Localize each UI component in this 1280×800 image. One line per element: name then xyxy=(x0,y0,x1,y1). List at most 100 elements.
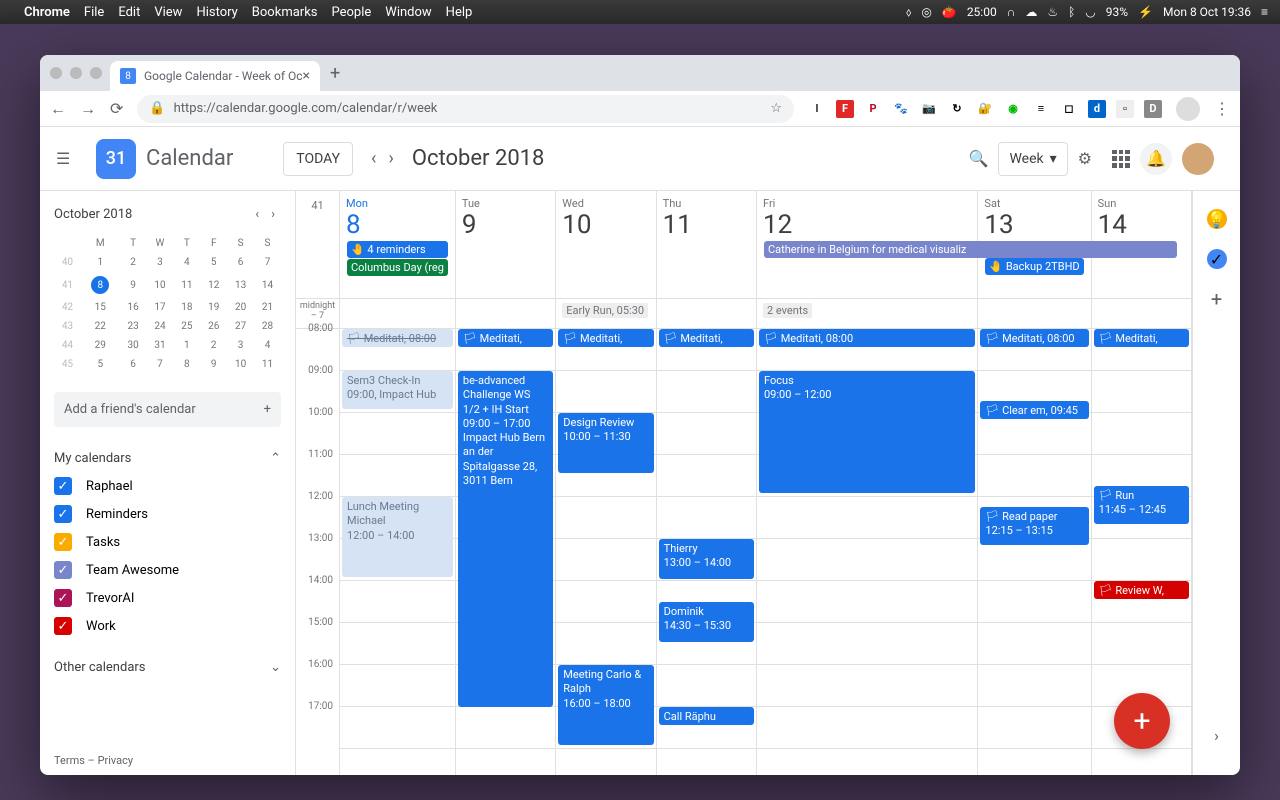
ext-flipboard-icon[interactable]: F xyxy=(836,100,854,118)
cloud-icon[interactable]: ☁ xyxy=(1025,5,1037,19)
minical-day[interactable]: 9 xyxy=(120,272,147,298)
minical-day[interactable]: 6 xyxy=(227,253,254,272)
day-header[interactable]: Fri 12 Catherine in Belgium for medical … xyxy=(757,191,977,299)
minical-day[interactable]: 23 xyxy=(120,317,147,336)
event-slot[interactable]: 🏳 Meditati, 08:00🏳 Run11:45 – 12:45🏳 Rev… xyxy=(1092,329,1191,749)
minical-day[interactable]: 20 xyxy=(227,298,254,317)
minical-day[interactable]: 6 xyxy=(120,355,147,374)
event[interactable]: 🏳 Meditati, 08:00 xyxy=(558,329,653,347)
today-button[interactable]: TODAY xyxy=(283,142,353,176)
spill-event[interactable]: 2 events xyxy=(763,303,812,318)
close-window-button[interactable] xyxy=(50,67,62,79)
event[interactable]: Sem3 Check-In09:00, Impact Hub xyxy=(342,371,453,409)
reload-button[interactable]: ⟳ xyxy=(110,99,123,118)
spill-event[interactable]: Early Run, 05:30 xyxy=(562,303,648,318)
event-slot[interactable]: 🏳 Meditati, 08:00Thierry13:00 – 14:00Dom… xyxy=(657,329,756,749)
minical-day[interactable]: 8 xyxy=(81,272,120,298)
allday-event[interactable]: 🤚 Backup 2TBHD xyxy=(985,258,1083,275)
clock[interactable]: Mon 8 Oct 19:36 xyxy=(1163,5,1251,19)
profile-avatar[interactable] xyxy=(1176,97,1200,121)
apps-grid-icon[interactable] xyxy=(1112,150,1130,168)
calendar-item[interactable]: ✓Work xyxy=(54,612,281,640)
day-header[interactable]: Thu 11 xyxy=(657,191,756,299)
app-name[interactable]: Chrome xyxy=(24,5,70,20)
minical-day[interactable]: 10 xyxy=(227,355,254,374)
event[interactable]: 🏳 Meditati, 08:00 xyxy=(759,329,975,347)
event[interactable]: 🏳 Review W, 14:00 xyxy=(1094,581,1189,599)
minical-next[interactable]: › xyxy=(265,205,281,224)
minical-day[interactable]: 22 xyxy=(81,317,120,336)
ext-lock-icon[interactable]: 🔐 xyxy=(976,100,994,118)
calendar-item[interactable]: ✓Tasks xyxy=(54,528,281,556)
minimize-window-button[interactable] xyxy=(70,67,82,79)
minical-day[interactable]: 3 xyxy=(147,253,174,272)
menu-edit[interactable]: Edit xyxy=(118,5,140,20)
mini-calendar[interactable]: MTWTFSS401234567418910111213144215161718… xyxy=(54,234,281,374)
calendar-item[interactable]: ✓Team Awesome xyxy=(54,556,281,584)
ext-d-icon[interactable]: d xyxy=(1088,100,1106,118)
ext-circle-icon[interactable]: ◉ xyxy=(1004,100,1022,118)
minical-day[interactable]: 5 xyxy=(200,253,227,272)
prev-period-button[interactable]: ‹ xyxy=(365,142,382,175)
day-header[interactable]: Tue 9 xyxy=(456,191,555,299)
star-icon[interactable]: ☆ xyxy=(770,101,782,116)
ext-d2-icon[interactable]: D xyxy=(1144,100,1162,118)
event-slot[interactable]: 🏳 Meditati, 08:00 Design Review10:00 – 11… xyxy=(556,329,655,749)
minical-day[interactable]: 27 xyxy=(227,317,254,336)
forward-button[interactable]: → xyxy=(80,99,96,119)
dropbox-icon[interactable]: ⬨ xyxy=(906,5,911,20)
notifications-button[interactable]: 🔔 xyxy=(1140,143,1172,175)
day-header[interactable]: Mon 8 🤚 4 remindersColumbus Day (reg xyxy=(340,191,455,299)
minical-day[interactable]: 21 xyxy=(254,298,281,317)
zoom-window-button[interactable] xyxy=(90,67,102,79)
minical-day[interactable]: 11 xyxy=(254,355,281,374)
cc-icon[interactable]: ◎ xyxy=(921,5,931,19)
settings-icon[interactable]: ⚙ xyxy=(1078,149,1092,168)
event[interactable]: Dominik14:30 – 15:30 xyxy=(659,602,754,642)
event[interactable]: 🏳 Clear em, 09:45 xyxy=(980,401,1088,419)
minical-day[interactable]: 26 xyxy=(200,317,227,336)
tomato-icon[interactable]: 🍅 xyxy=(942,5,957,19)
minical-day[interactable]: 8 xyxy=(173,355,200,374)
allday-event[interactable]: Columbus Day (reg xyxy=(347,259,448,276)
event[interactable]: 🏳 Meditati, 08:00 xyxy=(342,329,453,347)
minical-day[interactable]: 31 xyxy=(147,336,174,355)
minical-day[interactable]: 25 xyxy=(173,317,200,336)
keep-icon[interactable]: 💡 xyxy=(1207,209,1227,229)
event[interactable]: 🏳 Meditati, 08:00 xyxy=(1094,329,1189,347)
event[interactable]: 🏳 Meditati, 08:00 xyxy=(458,329,553,347)
event[interactable]: 🏳 Meditati, 08:00 xyxy=(659,329,754,347)
wifi-icon[interactable]: ◡ xyxy=(1085,5,1095,19)
minical-day[interactable]: 15 xyxy=(81,298,120,317)
address-bar[interactable]: 🔒 https://calendar.google.com/calendar/r… xyxy=(137,95,794,123)
event-slot[interactable]: 🏳 Meditati, 08:00Focus09:00 – 12:00 xyxy=(757,329,977,749)
minical-day[interactable]: 4 xyxy=(254,336,281,355)
checkbox-icon[interactable]: ✓ xyxy=(54,477,72,495)
minical-day[interactable]: 3 xyxy=(227,336,254,355)
minical-day[interactable]: 18 xyxy=(173,298,200,317)
day-column[interactable]: Mon 8 🤚 4 remindersColumbus Day (reg 🏳 M… xyxy=(340,191,456,775)
minical-prev[interactable]: ‹ xyxy=(249,205,265,224)
minical-day[interactable]: 7 xyxy=(254,253,281,272)
add-friend-calendar[interactable]: Add a friend's calendar + xyxy=(54,392,281,427)
minical-day[interactable]: 30 xyxy=(120,336,147,355)
other-calendars-section[interactable]: Other calendars ⌄ xyxy=(54,654,281,681)
plus-icon[interactable]: + xyxy=(264,402,271,417)
menu-button[interactable]: ⋮ xyxy=(1214,99,1230,118)
event[interactable]: Design Review10:00 – 11:30 xyxy=(558,413,653,473)
day-column[interactable]: Sat 13 🤚 Backup 2TBHD 🏳 Meditati, 08:00🏳… xyxy=(978,191,1091,775)
bluetooth-icon[interactable]: ᛒ xyxy=(1068,5,1075,19)
event-slot[interactable]: 🏳 Meditati, 08:00 Sem3 Check-In09:00, Imp… xyxy=(340,329,455,749)
next-period-button[interactable]: › xyxy=(382,142,399,175)
event[interactable]: 🏳 Meditati, 08:00 xyxy=(980,329,1088,347)
calendar-item[interactable]: ✓Reminders xyxy=(54,500,281,528)
event[interactable]: Lunch Meeting Michael12:00 – 14:00 xyxy=(342,497,453,577)
checkbox-icon[interactable]: ✓ xyxy=(54,533,72,551)
my-calendars-section[interactable]: My calendars ⌃ xyxy=(54,445,281,472)
ext-doc-icon[interactable]: ▫ xyxy=(1116,100,1134,118)
flame-icon[interactable]: ♨ xyxy=(1047,5,1058,19)
checkbox-icon[interactable]: ✓ xyxy=(54,505,72,523)
event[interactable]: Meeting Carlo & Ralph16:00 – 18:00 xyxy=(558,665,653,745)
menu-window[interactable]: Window xyxy=(385,5,431,20)
ext-sync-icon[interactable]: ↻ xyxy=(948,100,966,118)
